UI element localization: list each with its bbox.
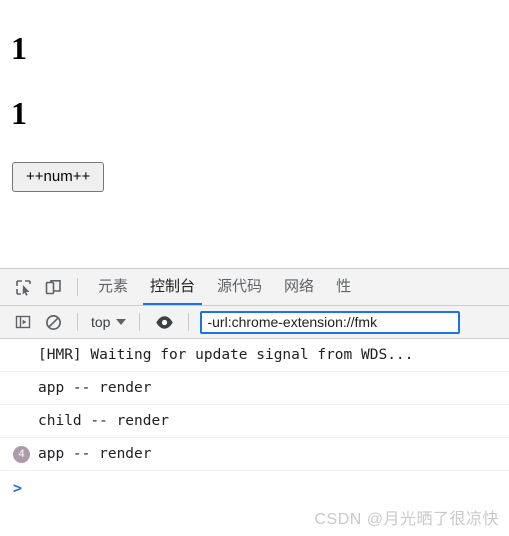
- devtools-tabbar: 元素 控制台 源代码 网络 性: [0, 269, 509, 306]
- clear-console-icon[interactable]: [38, 307, 68, 337]
- console-message-text: app -- render: [38, 446, 152, 462]
- console-toolbar: top: [0, 306, 509, 339]
- increment-num-button[interactable]: ++num++: [12, 162, 105, 192]
- execution-context-selector[interactable]: top: [87, 314, 130, 330]
- execution-context-label: top: [91, 314, 111, 330]
- console-toolbar-divider-1: [77, 313, 78, 331]
- console-filter-input[interactable]: [200, 310, 461, 334]
- eye-icon[interactable]: [149, 307, 179, 337]
- console-message-row[interactable]: 4 app -- render: [0, 438, 509, 471]
- console-message-row[interactable]: [HMR] Waiting for update signal from WDS…: [0, 339, 509, 372]
- console-input-prompt[interactable]: >: [0, 471, 509, 505]
- devtools-panel: 元素 控制台 源代码 网络 性 top -url:chrome-extensio…: [0, 268, 509, 536]
- console-message-row[interactable]: child -- render: [0, 405, 509, 438]
- console-message-text: child -- render: [38, 413, 169, 429]
- tab-network[interactable]: 网络: [273, 269, 325, 305]
- console-sidebar-icon[interactable]: [8, 307, 38, 337]
- console-toolbar-divider-3: [188, 313, 190, 331]
- console-message-row[interactable]: app -- render: [0, 372, 509, 405]
- console-message-text: [HMR] Waiting for update signal from WDS…: [38, 347, 414, 363]
- page-heading-2: 1: [11, 95, 27, 131]
- page-heading-1: 1: [11, 30, 27, 66]
- toolbar-divider: [77, 278, 78, 296]
- console-message-list: [HMR] Waiting for update signal from WDS…: [0, 339, 509, 505]
- device-toolbar-icon[interactable]: [38, 272, 68, 302]
- prompt-chevron-icon: >: [13, 478, 23, 497]
- repeat-count-badge: 4: [13, 445, 30, 463]
- tab-elements[interactable]: 元素: [87, 269, 139, 305]
- screenshot-root: 1 1 ++num++ 元素 控制台 源代码 网络 性 top -url:chr…: [0, 0, 509, 536]
- inspect-element-icon[interactable]: [8, 272, 38, 302]
- console-message-text: app -- render: [38, 380, 152, 396]
- chevron-down-icon: [116, 319, 127, 325]
- page-viewport: 1 1 ++num++: [0, 0, 509, 268]
- tab-console[interactable]: 控制台: [139, 269, 206, 305]
- tab-sources[interactable]: 源代码: [206, 269, 273, 305]
- console-toolbar-divider-2: [139, 313, 141, 331]
- tab-performance[interactable]: 性: [325, 269, 362, 305]
